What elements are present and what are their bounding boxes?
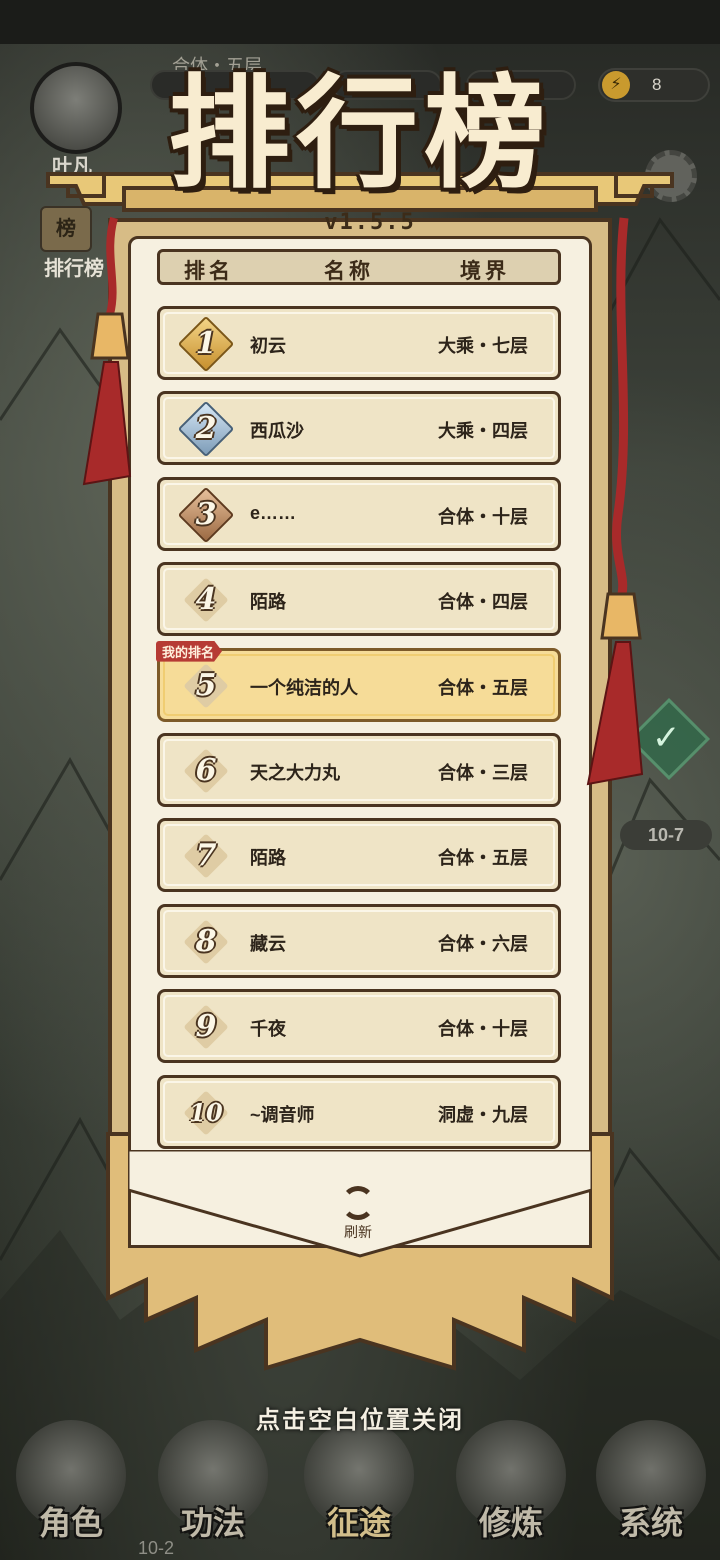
realm-cell: 合体・四层 [438, 592, 528, 613]
table-row[interactable]: 8 藏云 合体・六层 [157, 903, 561, 978]
realm-cell: 大乘・七层 [438, 336, 528, 356]
rank-diamond-icon: 5 [183, 662, 229, 709]
nav-label: 修炼 [478, 1504, 543, 1542]
rank-diamond-icon: 10 [183, 1089, 229, 1136]
refresh-label: 刷新 [344, 1224, 372, 1240]
leaderboard-list: 1 初云 大乘・七层 2 西瓜沙 大乘・四层 3 e…… 合体・十层 4 陌路 … [156, 306, 561, 1160]
table-row[interactable]: 6 天之大力丸 合体・三层 [157, 732, 561, 807]
rank-2-medal-icon: 2 [177, 401, 235, 458]
close-hint[interactable]: 点击空白位置关闭 [0, 1400, 720, 1435]
rank-diamond-icon: 9 [183, 1004, 229, 1050]
status-bar [0, 0, 720, 44]
rank-diamond-icon: 6 [183, 748, 229, 794]
header-realm: 境界 [460, 258, 510, 283]
nav-item-journey[interactable]: 征途 [294, 1416, 424, 1560]
leaderboard-title: 排行榜 [168, 61, 552, 205]
player-name-cell: e…… [250, 502, 297, 523]
realm-cell: 洞虚・九层 [438, 1104, 528, 1125]
nav-label: 征途 [326, 1504, 391, 1542]
nav-item-skills[interactable]: 功法 [148, 1416, 278, 1560]
rank-3-medal-icon: 3 [177, 486, 235, 544]
energy-counter[interactable]: ⚡ 8 [598, 68, 710, 102]
my-rank-row[interactable]: 我的排名 5 一个纯洁的人 合体・五层 [156, 640, 561, 722]
header-rank: 排名 [184, 258, 234, 283]
nav-item-cultivate[interactable]: 修炼 [446, 1416, 576, 1560]
refresh-icon [341, 1186, 375, 1220]
player-name-cell: 藏云 [250, 933, 286, 954]
realm-cell: 合体・十层 [438, 1019, 528, 1040]
realm-cell: 大乘・四层 [438, 421, 528, 442]
nav-label: 系统 [618, 1504, 683, 1542]
realm-cell: 合体・三层 [438, 762, 528, 783]
table-row[interactable]: 10 ~调音师 洞虚・九层 [157, 1074, 561, 1149]
table-header: 排名 名称 境界 [157, 249, 561, 285]
nav-item-character[interactable]: 角色 [6, 1416, 136, 1560]
nav-label: 角色 [38, 1504, 103, 1542]
right-tassel [586, 217, 644, 786]
realm-cell: 合体・五层 [438, 677, 528, 698]
rank-diamond-icon: 8 [183, 919, 229, 965]
checkmark-icon: ✓ [652, 719, 681, 757]
rank-diamond-icon: 7 [183, 833, 229, 879]
player-name-cell: 千夜 [250, 1019, 286, 1040]
bottom-nav: 角色 功法 征途 修炼 系统 [0, 1416, 720, 1560]
player-avatar[interactable] [30, 62, 122, 154]
table-row[interactable]: 4 陌路 合体・四层 [157, 562, 561, 637]
refresh-button[interactable]: 刷新 [330, 1186, 386, 1242]
realm-cell: 合体・六层 [438, 933, 528, 954]
table-row[interactable]: 3 e…… 合体・十层 [157, 476, 561, 551]
version-label: v1.5.5 [324, 210, 416, 235]
player-name-cell: 西瓜沙 [250, 421, 304, 442]
my-rank-tag: 我的排名 [156, 640, 223, 662]
header-name: 名称 [324, 258, 374, 283]
player-name-cell: 天之大力丸 [250, 762, 340, 783]
player-name-cell: 一个纯洁的人 [250, 677, 358, 698]
rank-1-medal-icon: 1 [177, 315, 235, 373]
player-name-cell: 陌路 [250, 592, 286, 613]
nav-label: 功法 [180, 1504, 245, 1542]
player-name-cell: 陌路 [250, 848, 286, 869]
table-row[interactable]: 1 初云 大乘・七层 [157, 306, 561, 380]
left-tassel [82, 216, 132, 486]
lightning-icon: ⚡ [602, 71, 630, 99]
stage-label: 10-7 [620, 820, 712, 850]
table-row[interactable]: 2 西瓜沙 大乘・四层 [157, 391, 561, 466]
player-name-cell: 初云 [250, 336, 286, 356]
table-row[interactable]: 7 陌路 合体・五层 [157, 818, 561, 893]
rank-diamond-icon: 4 [183, 577, 229, 623]
realm-cell: 合体・五层 [438, 848, 528, 869]
realm-cell: 合体・十层 [438, 506, 528, 527]
energy-value: 8 [652, 75, 662, 94]
player-name-cell: ~调音师 [250, 1104, 315, 1125]
nav-item-system[interactable]: 系统 [586, 1416, 716, 1560]
table-row[interactable]: 9 千夜 合体・十层 [157, 989, 561, 1064]
